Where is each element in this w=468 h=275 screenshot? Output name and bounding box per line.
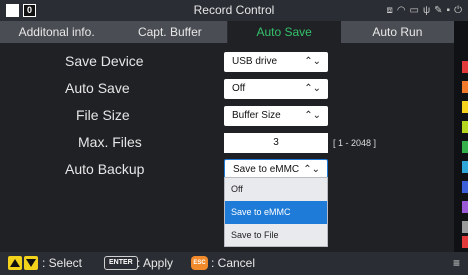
up-arrow-key-icon	[8, 256, 22, 270]
auto-backup-dropdown: Off Save to eMMC Save to File	[224, 177, 328, 247]
auto-backup-label: Auto Backup	[65, 161, 145, 177]
channel-marker	[462, 121, 468, 133]
chevron-up-down-icon: ⌃⌄	[304, 56, 321, 67]
max-files-label: Max. Files	[78, 134, 142, 150]
storage-icon: ▭	[409, 5, 419, 16]
max-files-range: [ 1 - 2048 ]	[333, 138, 377, 148]
save-device-value: USB drive	[232, 56, 278, 67]
wifi-icon: ◠	[396, 5, 406, 16]
tab-auto-save[interactable]: Auto Save	[227, 21, 341, 43]
dropdown-option-save-to-file[interactable]: Save to File	[225, 224, 327, 247]
save-device-label: Save Device	[65, 53, 144, 69]
save-device-select[interactable]: USB drive ⌃⌄	[224, 52, 328, 72]
enter-key-icon: ENTER	[104, 256, 138, 270]
channel-marker	[462, 201, 468, 213]
channel-marker	[462, 141, 468, 153]
chevron-up-down-icon: ⌃⌄	[304, 83, 321, 94]
channel-marker	[462, 181, 468, 193]
channel-color-strip	[454, 21, 468, 252]
power-plug-icon: ⏻	[454, 5, 462, 16]
channel-marker	[462, 236, 468, 248]
file-size-value: Buffer Size	[232, 110, 281, 121]
max-files-input[interactable]: 3	[224, 133, 328, 153]
menu-icon[interactable]: ≡	[453, 252, 460, 275]
usb-icon: ψ	[423, 5, 431, 16]
dropdown-option-save-to-emmc[interactable]: Save to eMMC	[225, 201, 327, 224]
network-icon: ⧈	[386, 5, 393, 16]
tab-auto-run[interactable]: Auto Run	[341, 21, 454, 43]
title-bar: 0 Record Control ⧈ ◠ ▭ ψ ✎ ▪ ⏻	[0, 0, 468, 21]
channel-marker	[462, 101, 468, 113]
dropdown-option-off[interactable]: Off	[225, 178, 327, 201]
channel-marker	[462, 161, 468, 173]
file-size-label: File Size	[76, 107, 130, 123]
auto-backup-select[interactable]: Save to eMMC ⌃⌄	[224, 159, 328, 179]
auto-save-select[interactable]: Off ⌃⌄	[224, 79, 328, 99]
tab-additional-info[interactable]: Additonal info.	[0, 21, 113, 43]
auto-backup-value: Save to eMMC	[233, 164, 300, 175]
apply-hint: : Apply	[137, 256, 174, 270]
down-arrow-key-icon	[24, 256, 38, 270]
esc-key-icon: ESC	[191, 256, 208, 270]
footer-bar: : Select ENTER : Apply ESC : Cancel ≡	[0, 252, 468, 275]
status-icons: ⧈ ◠ ▭ ψ ✎ ▪ ⏻	[386, 3, 462, 18]
channel-marker	[462, 221, 468, 233]
tools-icon: ✎	[434, 5, 443, 16]
chevron-up-down-icon: ⌃⌄	[304, 110, 321, 121]
auto-save-label: Auto Save	[65, 80, 130, 96]
tab-bar: Additonal info. Capt. Buffer Auto Save A…	[0, 21, 454, 43]
sd-card-icon: ▪	[446, 5, 451, 16]
select-hint: : Select	[42, 256, 83, 270]
file-size-select[interactable]: Buffer Size ⌃⌄	[224, 106, 328, 126]
cancel-hint: : Cancel	[211, 256, 256, 270]
channel-marker	[462, 81, 468, 93]
auto-save-value: Off	[232, 83, 246, 94]
tab-capt-buffer[interactable]: Capt. Buffer	[113, 21, 228, 43]
channel-marker	[462, 61, 468, 73]
